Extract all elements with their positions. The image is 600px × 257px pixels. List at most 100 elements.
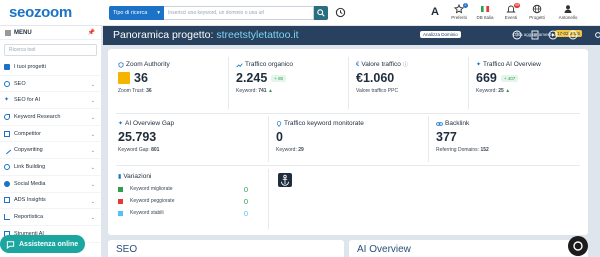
- divider: [428, 116, 429, 162]
- variation-row-improved[interactable]: Keyword migliorate 0: [118, 183, 248, 195]
- document-icon[interactable]: [530, 30, 540, 40]
- hamburger-icon[interactable]: [5, 30, 11, 36]
- user-menu-button[interactable]: Antonello: [554, 4, 582, 20]
- organic-traffic-card[interactable]: Traffico organico 2.245 + 80 Keyword: 741…: [236, 61, 344, 94]
- search-type-dropdown[interactable]: Tipo di ricerca ▾: [109, 6, 164, 20]
- organic-keyword-count: Keyword: 741 ▲: [236, 88, 273, 94]
- traffic-value-label: Valore traffico: [361, 61, 401, 68]
- chat-fab-button[interactable]: [568, 236, 588, 256]
- arrow-up-icon: ▲: [267, 88, 273, 94]
- project-header: Panoramica progetto: streetstyletattoo.i…: [103, 26, 600, 45]
- monitored-keyword-traffic-card[interactable]: Traffico keyword monitorate 0 Keyword: 2…: [276, 120, 426, 153]
- ai-overview-keyword-count: Keyword: 25 ▲: [476, 88, 511, 94]
- sidebar-item-link-building[interactable]: Link Building ⌄: [0, 159, 101, 176]
- sidebar-item-projects[interactable]: I tuoi progetti: [0, 59, 101, 76]
- projects-button[interactable]: Progetti: [525, 4, 549, 20]
- analyze-domain-button[interactable]: Analizza Dominio: [420, 31, 461, 38]
- zoom-authority-card[interactable]: Zoom Authority 36 Zoom Trust: 36: [118, 61, 226, 94]
- variations-card: ▮ Variazioni Keyword migliorate 0 Keyword …: [118, 173, 268, 219]
- monitored-traffic-value: 0: [276, 130, 283, 144]
- events-badge: 99: [514, 3, 520, 8]
- link-icon: [4, 163, 10, 170]
- favorites-button[interactable]: 2 Preferiti: [447, 3, 471, 20]
- anchor-icon[interactable]: [278, 173, 292, 187]
- db-label: DB Italia: [476, 15, 494, 20]
- competitor-icon: [4, 130, 10, 137]
- traffic-value-card[interactable]: € Valore traffico ⓘ €1.060 Valore traffico…: [356, 61, 464, 94]
- sidebar-item-keyword-research[interactable]: Keyword Research ⌄: [0, 109, 101, 126]
- variation-row-worsened[interactable]: Keyword peggiorate 0: [118, 195, 248, 207]
- chevron-down-icon: ⌄: [90, 165, 95, 172]
- shield-icon: [118, 61, 124, 68]
- search-button[interactable]: [314, 6, 328, 20]
- info-icon[interactable]: [568, 30, 578, 40]
- ai-overview-section: AI Overview: [349, 240, 588, 257]
- ai-overview-gap-value: 25.793: [118, 130, 157, 144]
- sidebar-item-seo-for-ai[interactable]: ✦ SEO for AI ⌄: [0, 92, 101, 110]
- search-input[interactable]: Inserisci una keyword, un dominio o una …: [164, 6, 314, 20]
- divider: [268, 169, 269, 229]
- organic-traffic-value: 2.245: [236, 71, 268, 85]
- pen-icon: [2, 146, 12, 155]
- page-title: Panoramica progetto: streetstyletattoo.i…: [113, 29, 299, 41]
- divider: [468, 57, 469, 109]
- history-icon[interactable]: [335, 7, 346, 18]
- info-icon[interactable]: ⓘ: [403, 61, 408, 68]
- zoom-authority-value: 36: [134, 71, 148, 85]
- arrow-up-icon: ▲: [505, 88, 511, 94]
- sidebar-item-seo[interactable]: SEO ⌄: [0, 76, 101, 93]
- divider: [348, 57, 349, 109]
- settings-icon[interactable]: [594, 30, 600, 40]
- help-icon[interactable]: ?: [512, 30, 522, 40]
- ai-icon: ✦: [4, 97, 10, 104]
- trend-icon: [236, 62, 243, 67]
- online-assistance-button[interactable]: Assistenza online: [0, 235, 85, 253]
- search-type-label: Tipo di ricerca: [113, 10, 148, 16]
- font-size-icon[interactable]: A: [431, 6, 439, 18]
- divider: [116, 113, 580, 114]
- seo-section: SEO: [108, 240, 344, 257]
- sidebar-item-ads-insights[interactable]: ADS Insights ⌄: [0, 193, 101, 210]
- link-icon: [436, 121, 443, 126]
- chevron-down-icon: ⌄: [90, 98, 95, 105]
- chevron-down-icon: ⌄: [90, 115, 95, 122]
- variations-title: Variazioni: [123, 173, 152, 180]
- pin-icon[interactable]: 📌: [88, 29, 95, 36]
- flag-icon: [481, 5, 490, 13]
- globe-icon: [532, 4, 542, 14]
- backlink-value: 377: [436, 130, 457, 144]
- play-icon[interactable]: [548, 30, 558, 40]
- sidebar-item-competitor[interactable]: Competitor ⌄: [0, 126, 101, 143]
- zoom-authority-label: Zoom Authority: [126, 61, 170, 68]
- sidebar-item-copywriting[interactable]: Copywriting ⌄: [0, 142, 101, 160]
- referring-domains: Referring Domains: 152: [436, 147, 489, 153]
- user-label: Antonello: [558, 15, 578, 20]
- menu-header: MENU 📌: [0, 26, 101, 40]
- top-bar: seozoom Tipo di ricerca ▾ Inserisci una …: [0, 0, 600, 26]
- project-domain-link[interactable]: streetstyletattoo.it: [216, 29, 298, 41]
- chevron-down-icon: ⌄: [90, 81, 95, 88]
- monitored-keyword-count: Keyword: 29: [276, 147, 304, 153]
- ai-overview-gap-card[interactable]: ✦ AI Overview Gap 25.793 Keyword Gap: 801: [118, 120, 268, 153]
- euro-icon: €: [356, 61, 360, 68]
- sidebar-item-social-media[interactable]: Social Media ⌄: [0, 176, 101, 193]
- variation-row-stable[interactable]: Keyword stabili 0: [118, 207, 248, 219]
- backlink-card[interactable]: Backlink 377 Referring Domains: 152: [436, 120, 586, 153]
- events-button[interactable]: 99 Eventi: [499, 3, 523, 20]
- sidebar-search-input[interactable]: Ricerca tool: [4, 44, 97, 56]
- grid-icon: [4, 63, 10, 70]
- keyword-gap: Keyword Gap: 801: [118, 147, 160, 153]
- traffic-value-amount: €1.060: [356, 71, 395, 85]
- seozoom-logo[interactable]: seozoom: [9, 4, 72, 21]
- chevron-down-icon: ⌄: [90, 198, 95, 205]
- pin-location-icon: [276, 120, 282, 127]
- social-icon: [4, 180, 10, 187]
- ai-overview-traffic-delta: + 407: [500, 74, 519, 82]
- db-selector-button[interactable]: DB Italia: [473, 4, 497, 20]
- improved-color-dot: [118, 186, 123, 192]
- ai-gap-icon: ✦: [118, 121, 124, 127]
- chevron-down-icon: ⌄: [90, 215, 95, 222]
- zoom-trust: Zoom Trust: 36: [118, 88, 152, 94]
- ai-overview-traffic-card[interactable]: ✦ Traffico AI Overview 669 + 407 Keyword: …: [476, 61, 584, 94]
- sidebar-item-reports[interactable]: Reportistica ⌄: [0, 209, 101, 226]
